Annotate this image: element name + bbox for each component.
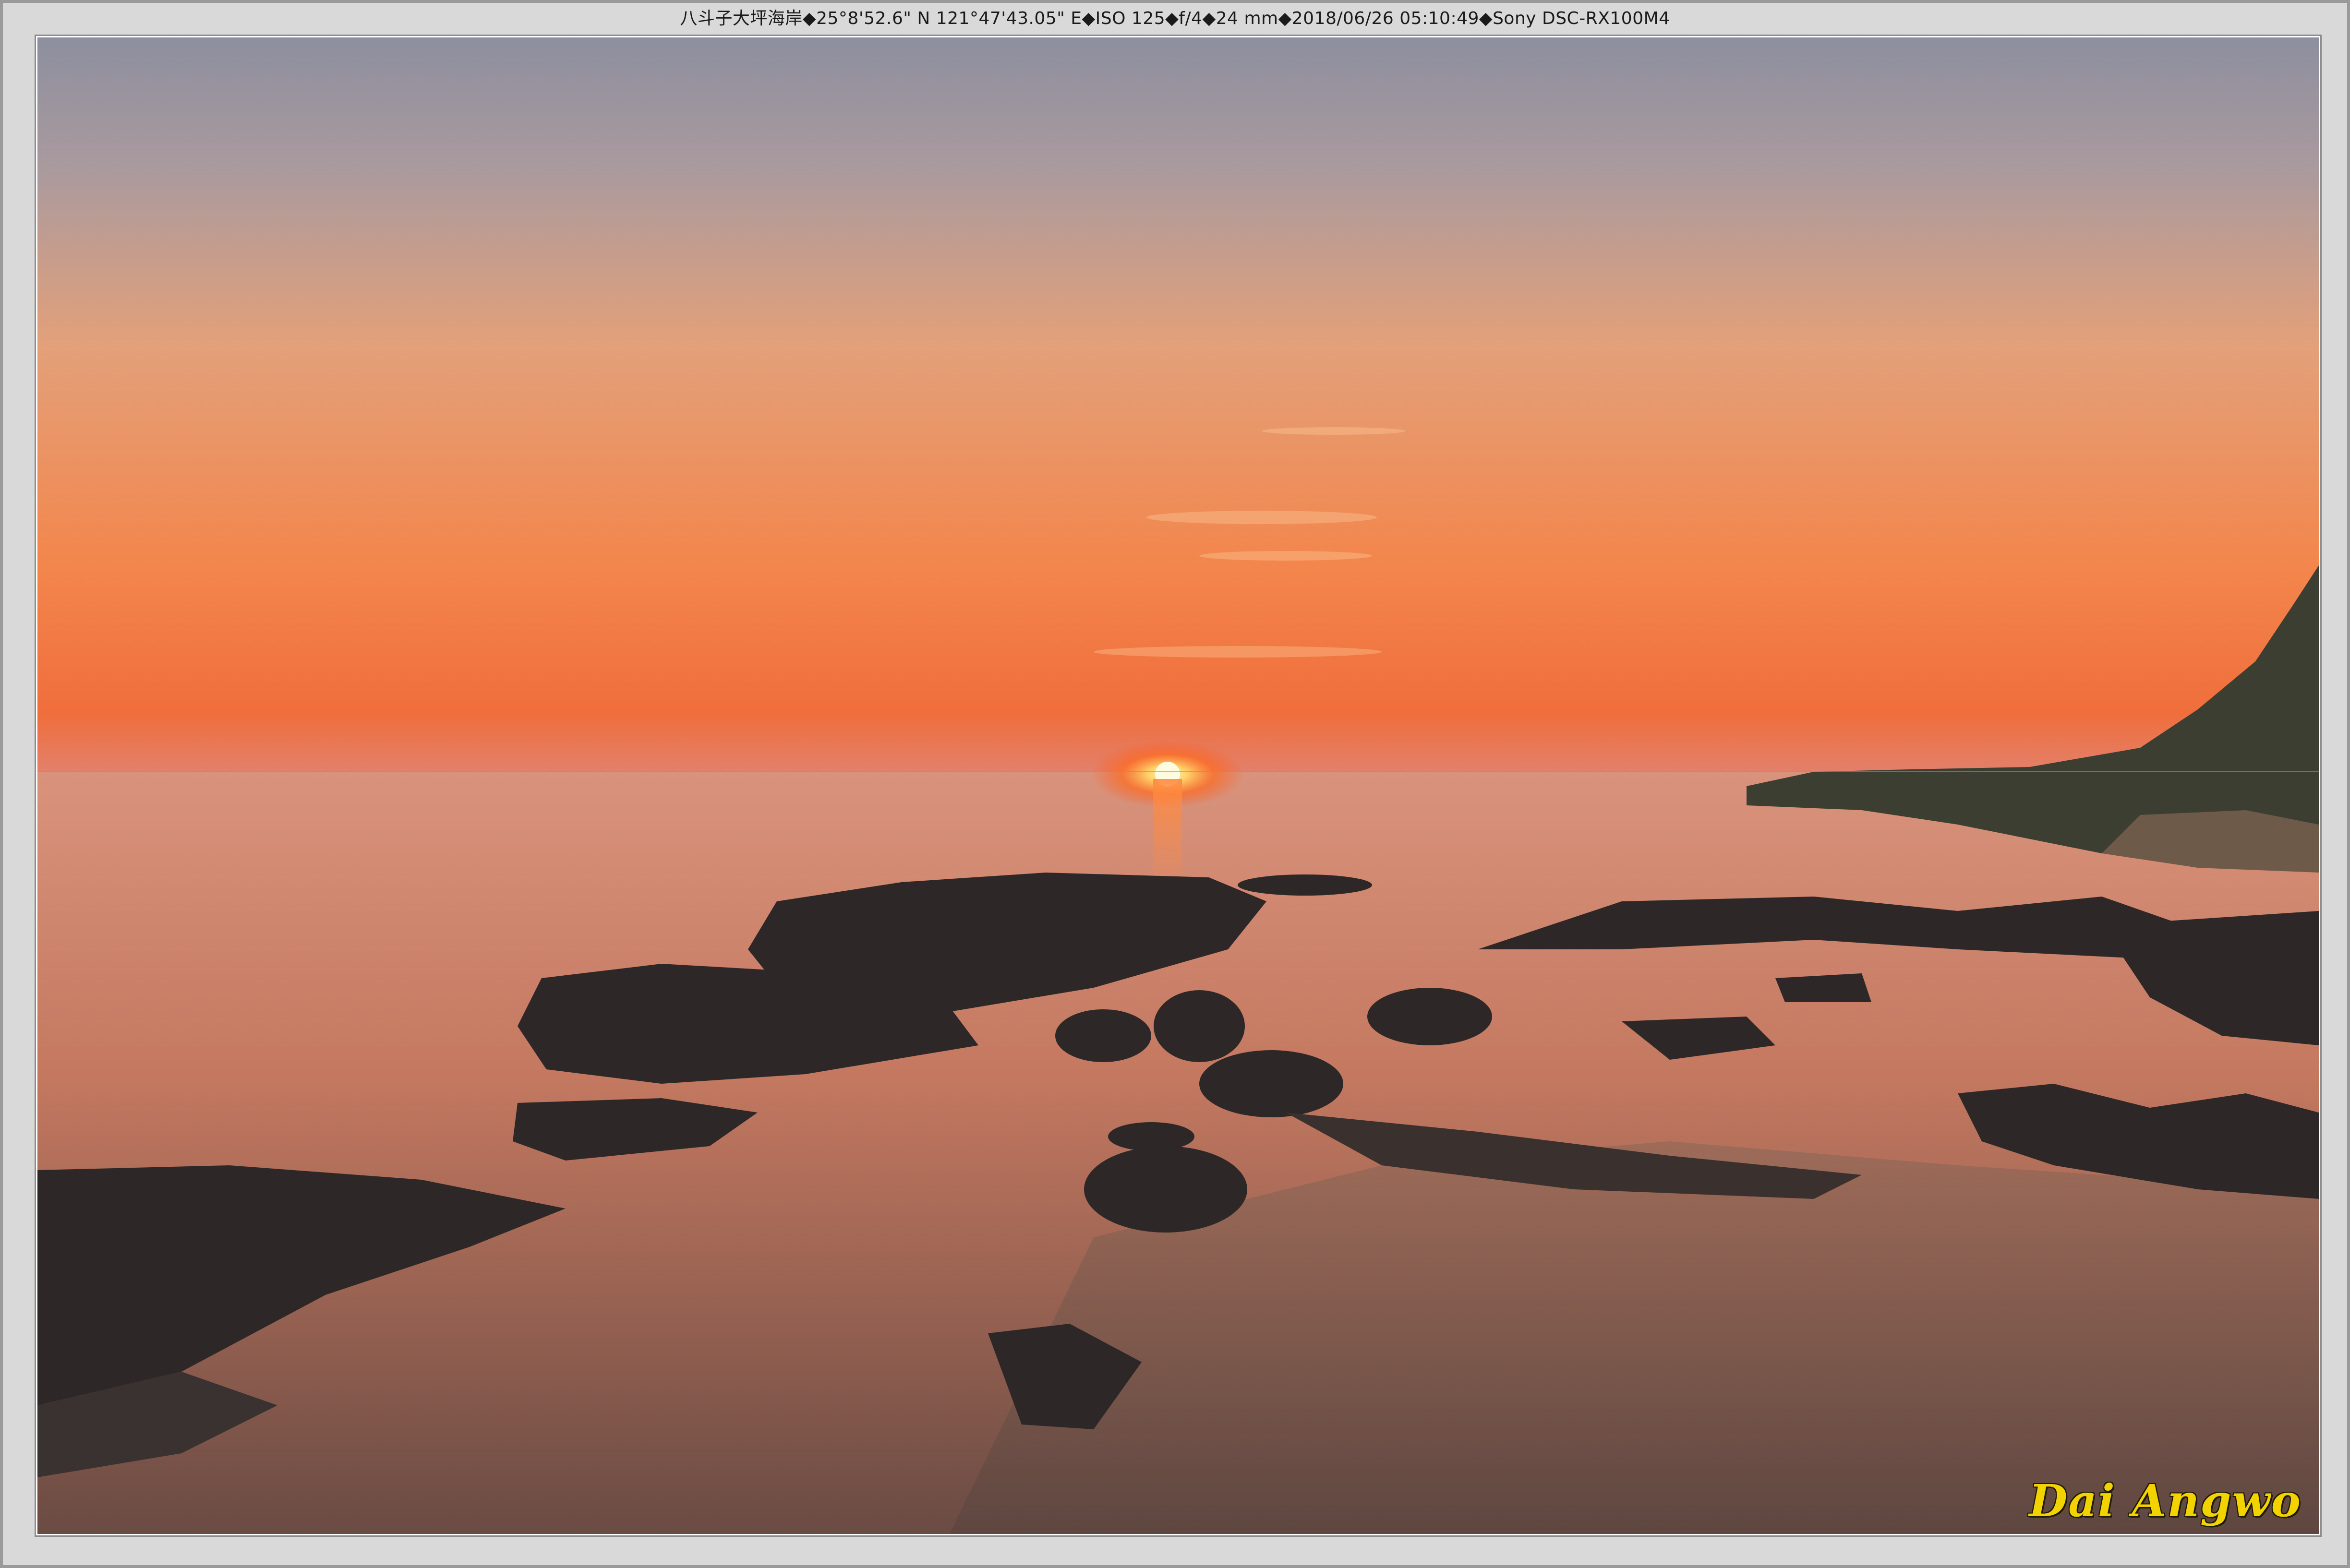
sunset-photo [37,37,2319,1534]
photo-frame: 八斗子大坪海岸◆25°8'52.6" N 121°47'43.05" E◆ISO… [0,0,2350,1568]
horizon-line [37,771,2319,772]
sky [37,37,2319,772]
photographer-signature: Dai Angwo [2029,1475,2302,1527]
exif-caption: 八斗子大坪海岸◆25°8'52.6" N 121°47'43.05" E◆ISO… [680,9,1670,28]
